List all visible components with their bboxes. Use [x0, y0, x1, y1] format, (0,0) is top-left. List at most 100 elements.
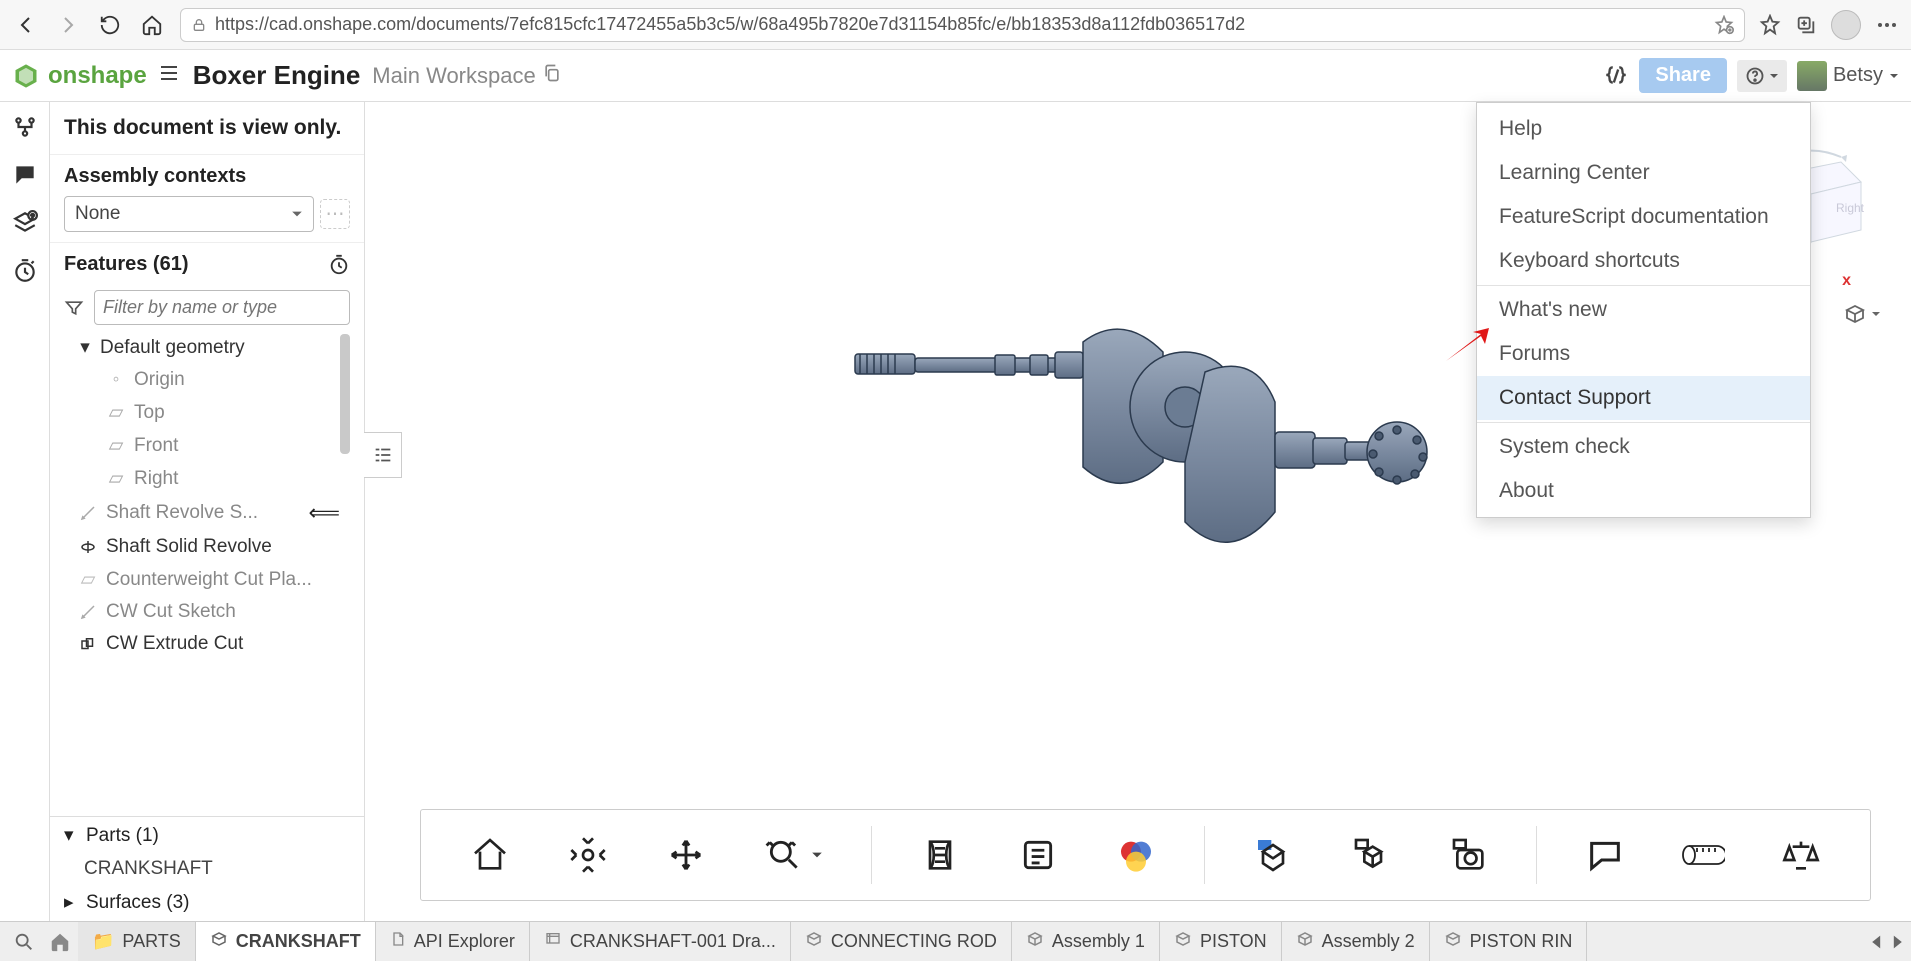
- feature-tree[interactable]: ▾Default geometry ◦Origin ▱Top ▱Front ▱R…: [64, 329, 350, 816]
- mass-properties-button[interactable]: [1771, 825, 1831, 885]
- tree-top-plane[interactable]: ▱Top: [64, 396, 350, 429]
- caret-down-icon: [1769, 71, 1779, 81]
- display-mode-button[interactable]: [1843, 302, 1881, 326]
- stopwatch-icon[interactable]: [328, 254, 350, 276]
- pan-button[interactable]: [656, 825, 716, 885]
- workspace-name[interactable]: Main Workspace: [372, 63, 535, 89]
- tree-right-plane[interactable]: ▱Right: [64, 462, 350, 495]
- search-tabs-button[interactable]: [6, 924, 42, 960]
- document-title: Boxer Engine: [193, 60, 361, 91]
- tree-cw-cut-plane[interactable]: ▱Counterweight Cut Pla...: [64, 563, 350, 596]
- tab-crankshaft[interactable]: CRANKSHAFT: [196, 922, 376, 961]
- tab-assembly-1[interactable]: Assembly 1: [1012, 922, 1160, 961]
- tab-api-explorer[interactable]: API Explorer: [376, 922, 530, 961]
- refresh-button[interactable]: [96, 11, 124, 39]
- share-button[interactable]: Share: [1639, 58, 1727, 93]
- tabs-scroll-left-icon[interactable]: [1869, 934, 1885, 950]
- address-bar[interactable]: https://cad.onshape.com/documents/7efc81…: [180, 8, 1745, 42]
- tree-front-plane[interactable]: ▱Front: [64, 429, 350, 462]
- configurations-icon[interactable]: [12, 114, 38, 140]
- add-favorite-icon[interactable]: [1714, 15, 1734, 35]
- tree-shaft-revolve-sketch[interactable]: Shaft Revolve S... ⟸: [64, 495, 350, 531]
- feature-filter-input[interactable]: [94, 290, 350, 325]
- help-menu-button[interactable]: [1737, 60, 1787, 92]
- tree-shaft-solid-revolve[interactable]: Shaft Solid Revolve: [64, 531, 350, 563]
- tree-cw-extrude-cut[interactable]: CW Extrude Cut: [64, 628, 350, 660]
- properties-button[interactable]: [1008, 825, 1068, 885]
- collections-icon[interactable]: [1795, 14, 1817, 36]
- tree-default-geometry[interactable]: ▾Default geometry: [64, 331, 350, 364]
- document-menu-button[interactable]: [157, 61, 181, 90]
- lock-icon: [191, 17, 207, 33]
- part-studio-icon: [1444, 930, 1462, 953]
- exploded-view-button[interactable]: [1341, 825, 1401, 885]
- tab-piston-ring[interactable]: PISTON RIN: [1430, 922, 1588, 961]
- url-text: https://cad.onshape.com/documents/7efc81…: [215, 14, 1706, 35]
- appearance-button[interactable]: [1106, 825, 1166, 885]
- forward-button[interactable]: [54, 11, 82, 39]
- profile-avatar-icon[interactable]: [1831, 10, 1861, 40]
- surfaces-header[interactable]: ▸Surfaces (3): [50, 884, 364, 921]
- part-item[interactable]: CRANKSHAFT: [50, 854, 364, 884]
- tab-assembly-2[interactable]: Assembly 2: [1282, 922, 1430, 961]
- named-views-button[interactable]: [1243, 825, 1303, 885]
- assembly-contexts-section: Assembly contexts None ⋯: [50, 155, 364, 243]
- rotate-button[interactable]: [558, 825, 618, 885]
- menu-learning-center[interactable]: Learning Center: [1477, 151, 1810, 195]
- context-select[interactable]: None: [64, 196, 314, 232]
- comments-icon[interactable]: [12, 162, 38, 188]
- menu-system-check[interactable]: System check: [1477, 425, 1810, 469]
- tree-origin[interactable]: ◦Origin: [64, 364, 350, 396]
- home-button[interactable]: [138, 11, 166, 39]
- copy-workspace-icon[interactable]: [542, 63, 562, 88]
- parts-header[interactable]: ▾Parts (1): [50, 817, 364, 854]
- menu-forums[interactable]: Forums: [1477, 332, 1810, 376]
- rollback-arrow-icon[interactable]: ⟸: [308, 500, 340, 526]
- home-view-button[interactable]: [460, 825, 520, 885]
- app-header: onshape Boxer Engine Main Workspace Shar…: [0, 50, 1911, 102]
- folder-icon: 📁: [92, 931, 114, 952]
- menu-featurescript-doc[interactable]: FeatureScript documentation: [1477, 195, 1810, 239]
- capture-button[interactable]: [1439, 825, 1499, 885]
- brand-text: onshape: [48, 62, 147, 90]
- part-studio-icon: [1174, 930, 1192, 953]
- zoom-button[interactable]: [754, 825, 834, 885]
- stopwatch-icon[interactable]: [12, 258, 38, 284]
- filter-icon[interactable]: [64, 298, 84, 318]
- menu-contact-support[interactable]: Contact Support: [1477, 376, 1810, 420]
- panel-toggle-button[interactable]: [364, 432, 402, 478]
- menu-help[interactable]: Help: [1477, 107, 1810, 151]
- menu-about[interactable]: About: [1477, 469, 1810, 513]
- tabs-scroll-right-icon[interactable]: [1889, 934, 1905, 950]
- tabs-home-button[interactable]: [42, 924, 78, 960]
- measure-button[interactable]: [1673, 825, 1733, 885]
- document-icon: [390, 930, 406, 953]
- tab-connecting-rod[interactable]: CONNECTING ROD: [791, 922, 1012, 961]
- tab-strip: 📁PARTS CRANKSHAFT API Explorer CRANKSHAF…: [0, 921, 1911, 961]
- section-view-button[interactable]: [910, 825, 970, 885]
- comment-button[interactable]: [1575, 825, 1635, 885]
- help-icon: [1745, 66, 1765, 86]
- graphics-canvas[interactable]: Right x Help Learning Center FeatureScri…: [365, 102, 1911, 921]
- onshape-logo[interactable]: onshape: [12, 62, 147, 90]
- back-button[interactable]: [12, 11, 40, 39]
- part-studio-icon: [805, 930, 823, 953]
- tree-cw-cut-sketch[interactable]: CW Cut Sketch: [64, 596, 350, 628]
- part-studio-icon: [210, 930, 228, 953]
- onshape-logo-icon: [12, 62, 40, 90]
- menu-whats-new[interactable]: What's new: [1477, 288, 1810, 332]
- scrollbar-thumb[interactable]: [340, 334, 350, 454]
- favorites-icon[interactable]: [1759, 14, 1781, 36]
- tab-folder-parts[interactable]: 📁PARTS: [78, 922, 196, 961]
- context-more-button[interactable]: ⋯: [320, 199, 350, 229]
- axis-x-label: x: [1842, 272, 1851, 290]
- featurescript-icon[interactable]: [1603, 63, 1629, 89]
- bom-icon[interactable]: ?: [12, 210, 38, 236]
- tab-crankshaft-drawing[interactable]: CRANKSHAFT-001 Dra...: [530, 922, 791, 961]
- user-menu[interactable]: Betsy: [1797, 61, 1899, 91]
- view-only-banner: This document is view only.: [50, 102, 364, 155]
- tab-piston[interactable]: PISTON: [1160, 922, 1282, 961]
- menu-keyboard-shortcuts[interactable]: Keyboard shortcuts: [1477, 239, 1810, 283]
- more-icon[interactable]: [1875, 13, 1899, 37]
- svg-text:Right: Right: [1836, 201, 1865, 215]
